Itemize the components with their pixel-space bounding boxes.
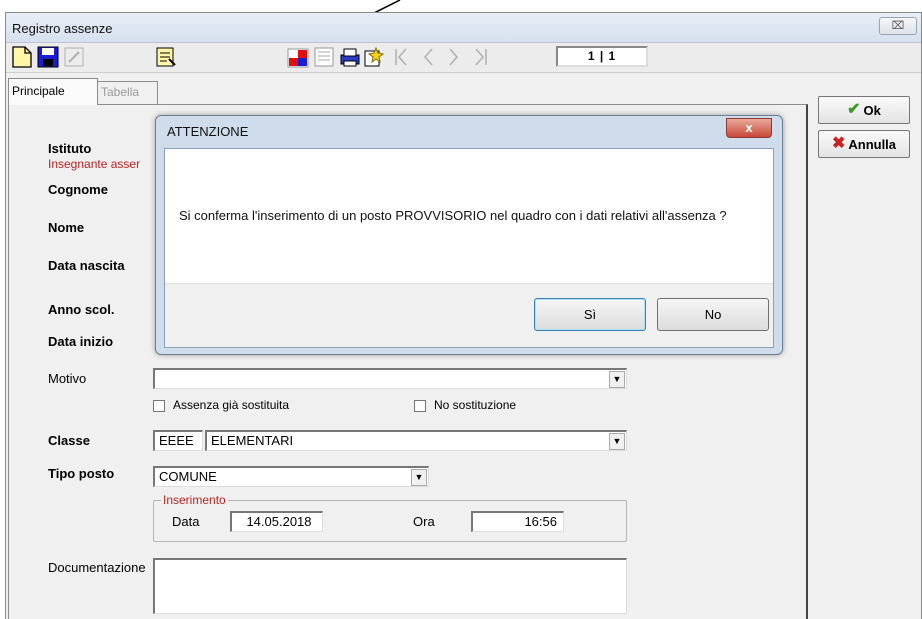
tipo-posto-value: COMUNE	[159, 469, 217, 484]
data-field[interactable]: 14.05.2018	[230, 511, 323, 532]
dialog-title: ATTENZIONE	[167, 124, 249, 139]
anno-scol-label: Anno scol.	[48, 302, 115, 317]
motivo-dropdown[interactable]: ▼	[153, 368, 627, 389]
data-value: 14.05.2018	[246, 514, 312, 529]
window-close-button[interactable]: ⌧	[879, 17, 917, 35]
ok-label: Ok	[863, 102, 881, 118]
documentazione-textarea[interactable]	[153, 558, 627, 614]
ora-label: Ora	[413, 514, 435, 529]
window-title: Registro assenze	[12, 21, 113, 36]
classe-value: ELEMENTARI	[211, 433, 294, 448]
toolbar: 1 | 1	[6, 43, 921, 73]
wizard-icon[interactable]	[362, 45, 386, 69]
last-record-icon[interactable]	[468, 45, 492, 69]
tipo-posto-dropdown[interactable]: COMUNE ▼	[153, 466, 429, 487]
no-sostituzione-label: No sostituzione	[434, 398, 517, 412]
inserimento-group-title: Inserimento	[161, 493, 228, 507]
dialog-footer: Sì No	[165, 283, 773, 347]
save-icon[interactable]	[36, 45, 60, 69]
checkmark-icon: ✔	[847, 101, 861, 118]
classe-label: Classe	[48, 433, 90, 448]
classe-code-value: EEEE	[159, 433, 194, 448]
annulla-button[interactable]: ✖ Annulla	[818, 130, 910, 158]
data-inizio-label: Data inizio	[48, 334, 114, 349]
chevron-down-icon[interactable]: ▼	[609, 433, 625, 450]
first-record-icon[interactable]	[390, 45, 414, 69]
yes-button[interactable]: Sì	[534, 298, 646, 331]
istituto-label: Istituto	[48, 141, 92, 156]
dialog-body: Si conferma l'inserimento di un posto PR…	[164, 148, 774, 348]
chevron-down-icon[interactable]: ▼	[609, 371, 625, 388]
ora-value: 16:56	[524, 514, 557, 529]
print-icon[interactable]	[338, 45, 362, 69]
tab-tabella[interactable]: Tabella	[97, 81, 158, 104]
list-icon[interactable]	[312, 45, 336, 69]
ora-field[interactable]: 16:56	[471, 511, 564, 532]
record-counter: 1 | 1	[556, 46, 648, 67]
title-bar: Registro assenze ⌧	[6, 13, 921, 43]
annulla-label: Annulla	[848, 136, 897, 152]
cross-icon: ✖	[831, 135, 846, 152]
new-document-icon[interactable]	[10, 45, 34, 69]
documentazione-label: Documentazione	[48, 560, 146, 575]
chevron-down-icon[interactable]: ▼	[411, 469, 427, 486]
motivo-label: Motivo	[48, 371, 87, 386]
no-sostituzione-checkbox[interactable]	[414, 400, 426, 412]
data-nascita-label: Data nascita	[48, 258, 125, 273]
edit-disabled-icon	[64, 47, 84, 67]
notes-icon[interactable]	[154, 45, 178, 69]
no-button[interactable]: No	[657, 298, 769, 331]
dialog-close-button[interactable]: x	[726, 118, 772, 138]
previous-record-icon[interactable]	[416, 45, 440, 69]
cognome-label: Cognome	[48, 182, 108, 197]
nome-label: Nome	[48, 220, 85, 235]
tipo-posto-label: Tipo posto	[48, 466, 115, 481]
assenza-sostituita-label: Assenza già sostituita	[173, 398, 290, 412]
confirm-dialog: ATTENZIONE x Si conferma l'inserimento d…	[155, 115, 783, 355]
dialog-message: Si conferma l'inserimento di un posto PR…	[179, 208, 727, 223]
next-record-icon[interactable]	[442, 45, 466, 69]
insegnante-group-title: Insegnante asser	[48, 157, 141, 171]
classe-dropdown[interactable]: ELEMENTARI ▼	[205, 430, 627, 451]
classe-code-field[interactable]: EEEE	[153, 430, 203, 451]
ok-button[interactable]: ✔ Ok	[818, 96, 910, 124]
data-label: Data	[172, 514, 200, 529]
provisional-post-icon[interactable]	[286, 45, 310, 69]
tab-principale[interactable]: Principale	[8, 78, 98, 105]
assenza-sostituita-checkbox[interactable]	[153, 400, 165, 412]
